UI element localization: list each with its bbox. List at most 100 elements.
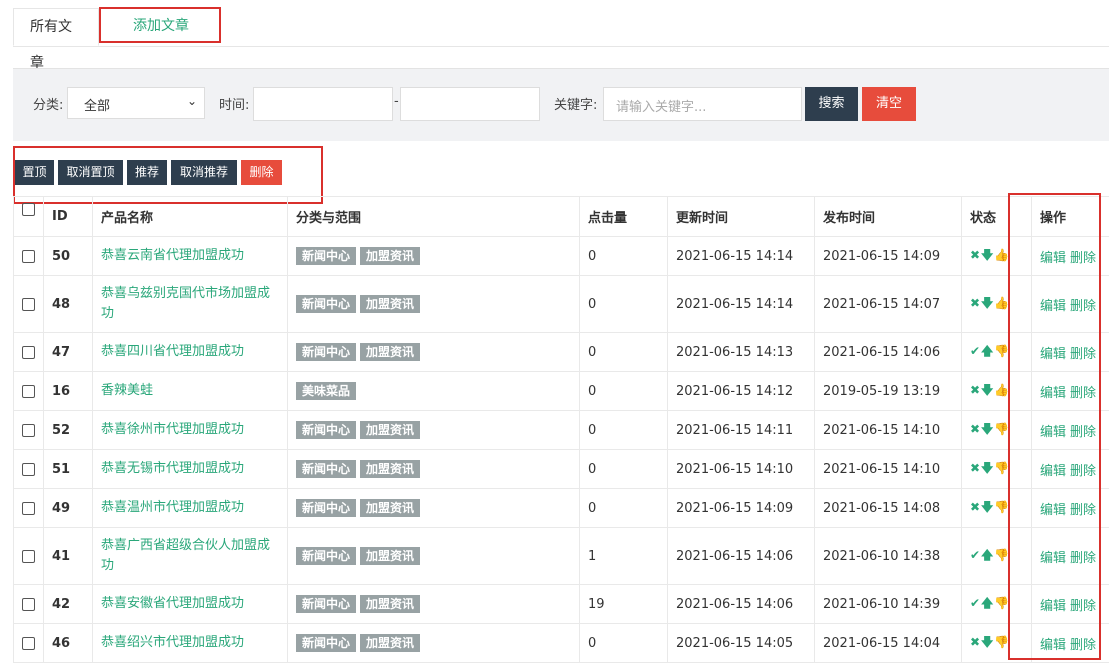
- col-published: 发布时间: [814, 196, 962, 237]
- row-category-cell: 新闻中心 加盟资讯: [287, 449, 580, 489]
- search-button[interactable]: 搜索: [805, 87, 858, 121]
- row-checkbox-cell: [13, 449, 44, 489]
- row-checkbox-cell: [13, 371, 44, 411]
- table-row: 47 恭喜四川省代理加盟成功 新闻中心 加盟资讯 0 2021-06-15 14:…: [13, 332, 1109, 372]
- table-row: 48 恭喜乌兹别克国代市场加盟成功 新闻中心 加盟资讯 0 2021-06-15 …: [13, 275, 1109, 333]
- table-row: 46 恭喜绍兴市代理加盟成功 新闻中心 加盟资讯 0 2021-06-15 14:…: [13, 623, 1109, 663]
- row-updated: 2021-06-15 14:11: [667, 410, 815, 450]
- row-category-cell: 新闻中心 加盟资讯: [287, 275, 580, 333]
- row-updated: 2021-06-15 14:13: [667, 332, 815, 372]
- highlight-box: [1008, 193, 1101, 660]
- table-row: 49 恭喜温州市代理加盟成功 新闻中心 加盟资讯 0 2021-06-15 14:…: [13, 488, 1109, 528]
- category-label: 分类:: [33, 98, 64, 113]
- row-published: 2021-06-15 14:09: [814, 236, 962, 276]
- row-clicks: 0: [579, 488, 668, 528]
- row-checkbox[interactable]: [22, 549, 35, 563]
- tab-all-articles[interactable]: 所有文章: [13, 8, 99, 71]
- row-title-link[interactable]: 恭喜徐州市代理加盟成功: [92, 410, 288, 450]
- category-tag: 新闻中心: [296, 634, 357, 652]
- row-clicks: 0: [579, 275, 668, 333]
- row-id: 47: [43, 332, 93, 372]
- table-row: 51 恭喜无锡市代理加盟成功 新闻中心 加盟资讯 0 2021-06-15 14:…: [13, 449, 1109, 489]
- time-label: 时间:: [219, 98, 250, 113]
- row-id: 46: [43, 623, 93, 663]
- row-clicks: 0: [579, 623, 668, 663]
- row-title-link[interactable]: 恭喜无锡市代理加盟成功: [92, 449, 288, 489]
- row-checkbox[interactable]: [22, 297, 35, 311]
- col-clicks: 点击量: [579, 196, 668, 237]
- keyword-input[interactable]: 请输入关键字...: [603, 87, 802, 121]
- row-checkbox[interactable]: [22, 501, 35, 515]
- row-checkbox-cell: [13, 275, 44, 333]
- category-tag: 美味菜品: [296, 382, 357, 400]
- row-checkbox[interactable]: [22, 249, 35, 263]
- row-id: 48: [43, 275, 93, 333]
- row-title-link[interactable]: 恭喜安徽省代理加盟成功: [92, 584, 288, 624]
- row-checkbox[interactable]: [22, 597, 35, 611]
- category-tag: 新闻中心: [296, 343, 357, 361]
- row-published: 2021-06-10 14:39: [814, 584, 962, 624]
- row-title-link[interactable]: 恭喜广西省超级合伙人加盟成功: [92, 527, 288, 585]
- chevron-down-icon: ⌄: [186, 94, 197, 108]
- row-id: 42: [43, 584, 93, 624]
- row-clicks: 0: [579, 236, 668, 276]
- row-clicks: 19: [579, 584, 668, 624]
- filter-bar: 分类: 全部 ⌄ 时间: - 关键字: 请输入关键字... 搜索 清空: [13, 68, 1109, 141]
- table-header-row: ID 产品名称 分类与范围 点击量 更新时间 发布时间 状态 操作: [13, 196, 1109, 237]
- row-published: 2021-06-15 14:07: [814, 275, 962, 333]
- row-title-link[interactable]: 香辣美蛙: [92, 371, 288, 411]
- row-updated: 2021-06-15 14:06: [667, 584, 815, 624]
- row-category-cell: 新闻中心 加盟资讯: [287, 488, 580, 528]
- row-published: 2021-06-15 14:10: [814, 410, 962, 450]
- row-checkbox-cell: [13, 623, 44, 663]
- category-tag: 加盟资讯: [360, 247, 421, 265]
- category-tag: 新闻中心: [296, 295, 357, 313]
- keyword-label: 关键字:: [554, 98, 598, 113]
- row-title-link[interactable]: 恭喜乌兹别克国代市场加盟成功: [92, 275, 288, 333]
- row-id: 41: [43, 527, 93, 585]
- row-clicks: 0: [579, 371, 668, 411]
- keyword-placeholder: 请输入关键字...: [616, 100, 707, 115]
- row-checkbox[interactable]: [22, 636, 35, 650]
- row-published: 2021-06-15 14:08: [814, 488, 962, 528]
- row-updated: 2021-06-15 14:10: [667, 449, 815, 489]
- row-id: 16: [43, 371, 93, 411]
- category-tag: 新闻中心: [296, 460, 357, 478]
- row-clicks: 0: [579, 332, 668, 372]
- row-clicks: 0: [579, 449, 668, 489]
- row-updated: 2021-06-15 14:14: [667, 236, 815, 276]
- row-published: 2021-06-10 14:38: [814, 527, 962, 585]
- category-select-value: 全部: [84, 99, 111, 114]
- row-checkbox[interactable]: [22, 345, 35, 359]
- row-title-link[interactable]: 恭喜温州市代理加盟成功: [92, 488, 288, 528]
- select-all-checkbox[interactable]: [22, 203, 35, 216]
- category-select[interactable]: 全部 ⌄: [67, 87, 205, 119]
- clear-button[interactable]: 清空: [862, 87, 916, 121]
- row-checkbox[interactable]: [22, 384, 35, 398]
- row-title-link[interactable]: 恭喜四川省代理加盟成功: [92, 332, 288, 372]
- row-updated: 2021-06-15 14:05: [667, 623, 815, 663]
- row-category-cell: 新闻中心 加盟资讯: [287, 236, 580, 276]
- row-category-cell: 新闻中心 加盟资讯: [287, 584, 580, 624]
- row-id: 51: [43, 449, 93, 489]
- row-id: 52: [43, 410, 93, 450]
- row-category-cell: 新闻中心 加盟资讯: [287, 410, 580, 450]
- row-title-link[interactable]: 恭喜云南省代理加盟成功: [92, 236, 288, 276]
- row-category-cell: 新闻中心 加盟资讯: [287, 527, 580, 585]
- row-title-link[interactable]: 恭喜绍兴市代理加盟成功: [92, 623, 288, 663]
- row-category-cell: 新闻中心 加盟资讯: [287, 332, 580, 372]
- category-tag: 加盟资讯: [360, 595, 421, 613]
- category-tag: 加盟资讯: [360, 421, 421, 439]
- row-category-cell: 新闻中心 加盟资讯: [287, 623, 580, 663]
- row-clicks: 0: [579, 410, 668, 450]
- row-checkbox[interactable]: [22, 462, 35, 476]
- row-checkbox[interactable]: [22, 423, 35, 437]
- row-category-cell: 美味菜品: [287, 371, 580, 411]
- col-category: 分类与范围: [287, 196, 580, 237]
- end-date-input[interactable]: [400, 87, 540, 121]
- category-tag: 加盟资讯: [360, 295, 421, 313]
- category-tag: 新闻中心: [296, 499, 357, 517]
- date-separator: -: [394, 94, 399, 109]
- start-date-input[interactable]: [253, 87, 393, 121]
- table-row: 50 恭喜云南省代理加盟成功 新闻中心 加盟资讯 0 2021-06-15 14:…: [13, 236, 1109, 276]
